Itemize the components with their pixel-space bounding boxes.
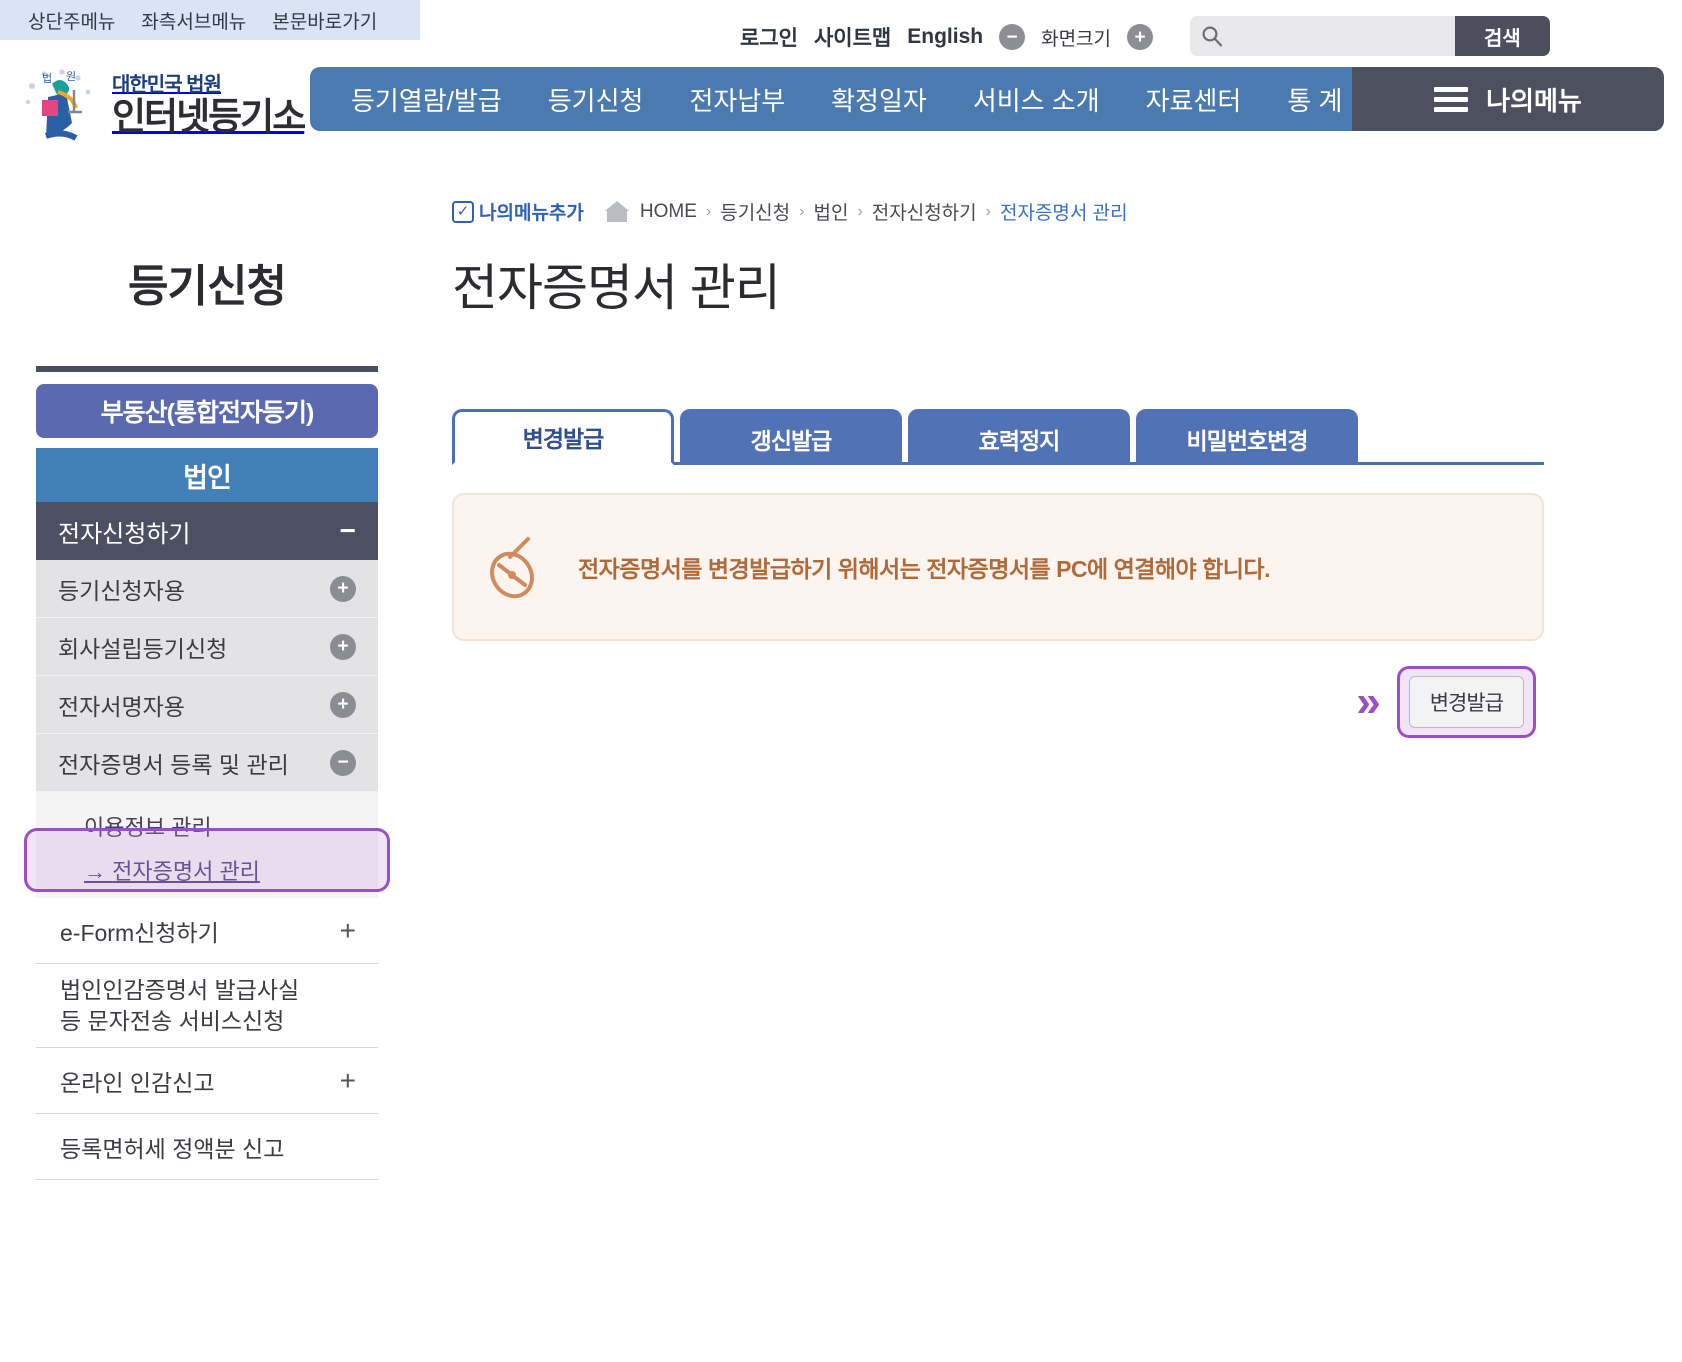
expand-plus-icon[interactable]: + [330,575,356,602]
logo-top-text: 대한민국 법원 [112,74,222,96]
hamburger-icon [1434,86,1469,112]
my-menu-button[interactable]: 나의메뉴 [1352,67,1664,131]
login-link[interactable]: 로그인 [740,22,798,52]
tab-renew-issue[interactable]: 갱신발급 [680,409,902,465]
sidebar-item-label: 등기신청자용 [58,577,185,604]
usb-token-mouse-icon [488,531,542,603]
breadcrumb-separator: › [799,202,805,220]
breadcrumb: ✓ 나의메뉴추가 HOME › 등기신청 › 법인 › 전자신청하기 › 전자증… [452,198,1128,225]
sidebar-section-label: 전자신청하기 [58,520,191,548]
sidebar-item-online-seal-report[interactable]: 온라인 인감신고 + [36,1048,378,1114]
zoom-out-icon[interactable]: − [999,24,1026,50]
expand-plus-icon[interactable]: + [330,633,356,660]
breadcrumb-item-current[interactable]: 전자증명서 관리 [1000,198,1128,225]
expand-plus-icon[interactable]: + [340,1065,356,1097]
english-link[interactable]: English [907,25,983,49]
page-title: 전자증명서 관리 [452,260,781,316]
breadcrumb-item-registry-apply[interactable]: 등기신청 [720,198,790,225]
screen-size-label: 화면크기 [1041,28,1112,50]
breadcrumb-separator: › [857,202,863,220]
checkbox-check-icon: ✓ [452,200,474,223]
logo-bottom-text: 인터넷등기소 [112,96,306,137]
gnb-item-registry-apply[interactable]: 등기신청 [525,81,667,118]
expand-plus-icon[interactable]: + [330,691,356,718]
sidebar-item-license-tax-report[interactable]: 등록면허세 정액분 신고 [36,1114,378,1180]
change-issue-button[interactable]: 변경발급 [1408,676,1524,728]
sidebar-item-label: 회사설립등기신청 [58,635,228,662]
sidebar-subitem-usage-info[interactable]: 이용정보 관리 [36,804,378,848]
notice-message: 전자증명서를 변경발급하기 위해서는 전자증명서를 PC에 연결해야 합니다. [578,556,1270,582]
breadcrumb-item-e-application[interactable]: 전자신청하기 [872,198,977,225]
top-utility-bar: 상단주메뉴 좌측서브메뉴 본문바로가기 로그인 사이트맵 English − 화… [0,0,1682,62]
tab-change-issue[interactable]: 변경발급 [452,409,674,465]
sidebar-subitem-label: 전자증명서 관리 [112,859,260,884]
sidebar-item-label: e-Form신청하기 [60,919,219,946]
sidebar-subitems: 이용정보 관리 → 전자증명서 관리 [24,792,390,898]
sidebar-item-label: 전자서명자용 [58,693,185,720]
sidebar-item-e-signature[interactable]: 전자서명자용 + [36,676,378,734]
sidebar-item-applicant[interactable]: 등기신청자용 + [36,560,378,618]
main-content: 전자증명서 관리 변경발급 갱신발급 효력정지 비밀번호변경 전자증명서를 변경… [452,248,1544,739]
action-row: » 변경발급 [452,665,1544,739]
tab-suspend[interactable]: 효력정지 [908,409,1130,465]
svg-text:원: 원 [66,70,76,83]
double-chevron-right-icon: » [1356,677,1381,726]
sidebar-subitem-certificate-management[interactable]: → 전자증명서 관리 [36,848,378,892]
sidebar-category-realestate[interactable]: 부동산(통합전자등기) [36,384,378,438]
sidebar-item-company-establishment[interactable]: 회사설립등기신청 + [36,618,378,676]
site-logo[interactable]: 법 원 대한민국 법원 인터넷등기소 [18,64,306,146]
breadcrumb-separator: › [985,202,991,220]
skip-link-content[interactable]: 본문바로가기 [272,7,377,34]
skip-navigation: 상단주메뉴 좌측서브메뉴 본문바로가기 [0,0,420,40]
sidebar-top-divider [36,366,378,372]
sidebar-item-certificate-registration[interactable]: 전자증명서 등록 및 관리 − [36,734,378,792]
sidebar-item-label-line2: 등 문자전송 서비스신청 [60,1007,285,1034]
collapse-minus-icon[interactable]: − [330,749,356,776]
zoom-in-icon[interactable]: + [1127,24,1154,50]
gnb-item-fixed-date[interactable]: 확정일자 [808,81,950,118]
breadcrumb-item-home[interactable]: HOME [640,201,697,223]
tab-bar: 변경발급 갱신발급 효력정지 비밀번호변경 [452,406,1544,465]
gnb-item-data-center[interactable]: 자료센터 [1123,81,1265,118]
tab-change-password[interactable]: 비밀번호변경 [1136,409,1358,465]
global-navigation: 등기열람/발급 등기신청 전자납부 확정일자 서비스 소개 자료센터 통 계 [310,67,1384,131]
expand-plus-icon[interactable]: + [340,915,356,947]
breadcrumb-item-corporation[interactable]: 법인 [813,198,848,225]
home-icon [604,200,629,223]
utility-links: 로그인 사이트맵 English − 화면크기 + [740,22,1154,52]
court-emblem-icon: 법 원 [18,64,104,146]
sidebar-section-title: 등기신청 [128,262,287,311]
svg-text:법: 법 [42,72,52,85]
gnb-item-epayment[interactable]: 전자납부 [666,81,808,118]
notice-box: 전자증명서를 변경발급하기 위해서는 전자증명서를 PC에 연결해야 합니다. [452,493,1544,641]
sidebar-section-e-application[interactable]: 전자신청하기 − [36,502,378,560]
gnb-item-registry-view[interactable]: 등기열람/발급 [328,81,525,118]
add-to-my-menu-button[interactable]: ✓ 나의메뉴추가 [452,198,584,225]
action-highlight-box: 변경발급 [1396,666,1536,738]
search-button[interactable]: 검색 [1454,16,1550,56]
skip-link-left-submenu[interactable]: 좌측서브메뉴 [141,7,246,34]
search-box: 검색 [1190,16,1550,56]
collapse-minus-icon[interactable]: − [340,515,356,547]
sidebar-item-eform-apply[interactable]: e-Form신청하기 + [36,898,378,964]
search-input[interactable] [1233,16,1455,56]
sidebar-item-label: 온라인 인감신고 [60,1069,215,1096]
sidebar-item-label-line1: 법인인감증명서 발급사실 [60,977,300,1004]
gnb-item-service-intro[interactable]: 서비스 소개 [950,81,1123,118]
add-to-my-menu-label: 나의메뉴추가 [479,203,584,224]
skip-link-top-menu[interactable]: 상단주메뉴 [28,7,115,34]
sitemap-link[interactable]: 사이트맵 [814,22,891,52]
my-menu-label: 나의메뉴 [1486,85,1582,116]
sidebar-item-label: 전자증명서 등록 및 관리 [58,751,289,778]
gnb-item-statistics[interactable]: 통 계 [1264,81,1365,118]
sidebar-item-label: 등록면허세 정액분 신고 [60,1135,285,1162]
sidebar-category-corporation[interactable]: 법인 [36,448,378,502]
left-sidebar: 등기신청 부동산(통합전자등기) 법인 전자신청하기 − 등기신청자용 + 회사… [24,250,390,1180]
site-header: 법 원 대한민국 법원 인터넷등기소 등기열람/발급 등기신청 전자납부 확정일… [0,62,1682,162]
breadcrumb-separator: › [705,202,712,220]
search-icon [1190,25,1234,47]
sidebar-item-sms-service[interactable]: 법인인감증명서 발급사실 등 문자전송 서비스신청 [36,964,378,1048]
arrow-right-icon: → [84,859,106,884]
